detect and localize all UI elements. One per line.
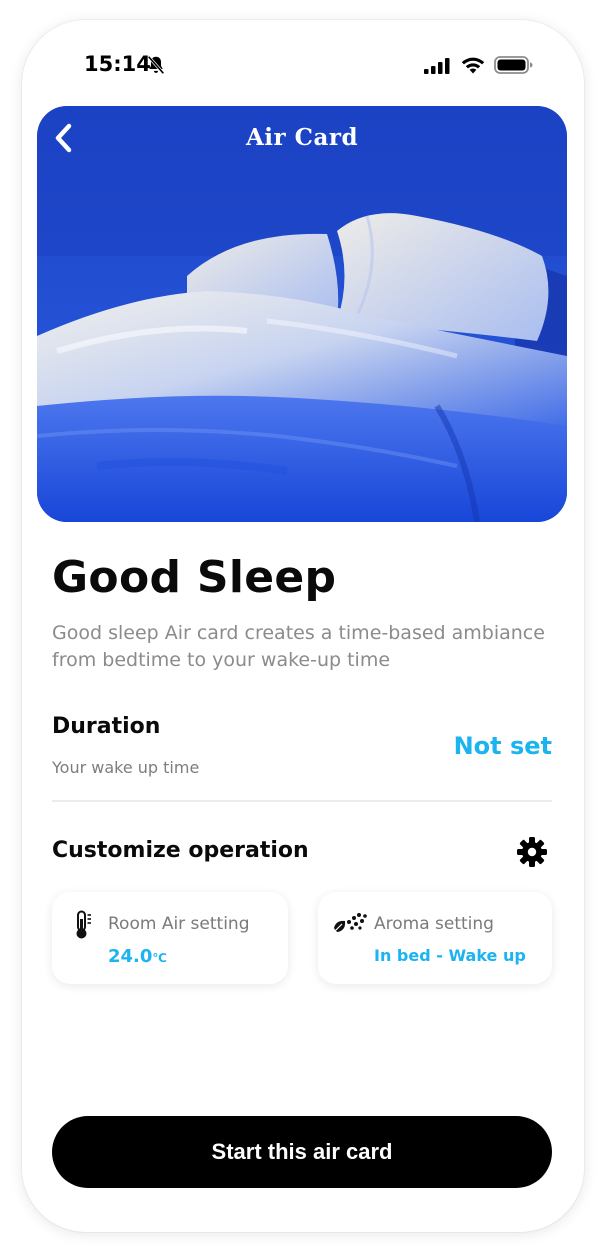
aroma-label: Aroma setting (374, 914, 494, 934)
cellular-signal-icon (424, 58, 450, 74)
room-air-unit: ℃ (152, 951, 167, 965)
bed-illustration (37, 106, 567, 522)
hero-image: Air Card (37, 106, 567, 522)
status-time: 15:14 (84, 52, 151, 76)
thermometer-icon (76, 910, 91, 939)
aroma-setting-card[interactable]: Aroma setting In bed - Wake up (318, 892, 552, 984)
aroma-value: In bed - Wake up (374, 946, 526, 965)
duration-sublabel: Your wake up time (52, 758, 200, 777)
page-title: Good Sleep (52, 552, 337, 603)
customize-label: Customize operation (52, 838, 309, 863)
divider (52, 800, 552, 802)
wifi-icon (461, 57, 485, 74)
bell-muted-icon (147, 55, 165, 75)
aroma-leaf-icon (334, 913, 367, 932)
start-air-card-button[interactable]: Start this air card (52, 1116, 552, 1188)
room-air-temperature: 24.0 (108, 946, 153, 967)
header-title: Air Card (245, 124, 359, 151)
battery-icon (494, 56, 533, 74)
room-air-setting-card[interactable]: Room Air setting 24.0℃ (52, 892, 288, 984)
phone-screen: 15:14 Air Card Good Sleep Good sleep Air… (22, 20, 584, 1232)
duration-value-button[interactable]: Not set (454, 732, 552, 760)
duration-label: Duration (52, 714, 161, 739)
room-air-value: 24.0℃ (108, 946, 167, 967)
room-air-label: Room Air setting (108, 914, 250, 934)
card-description: Good sleep Air card creates a time-based… (52, 622, 545, 671)
gear-icon[interactable] (515, 835, 549, 869)
